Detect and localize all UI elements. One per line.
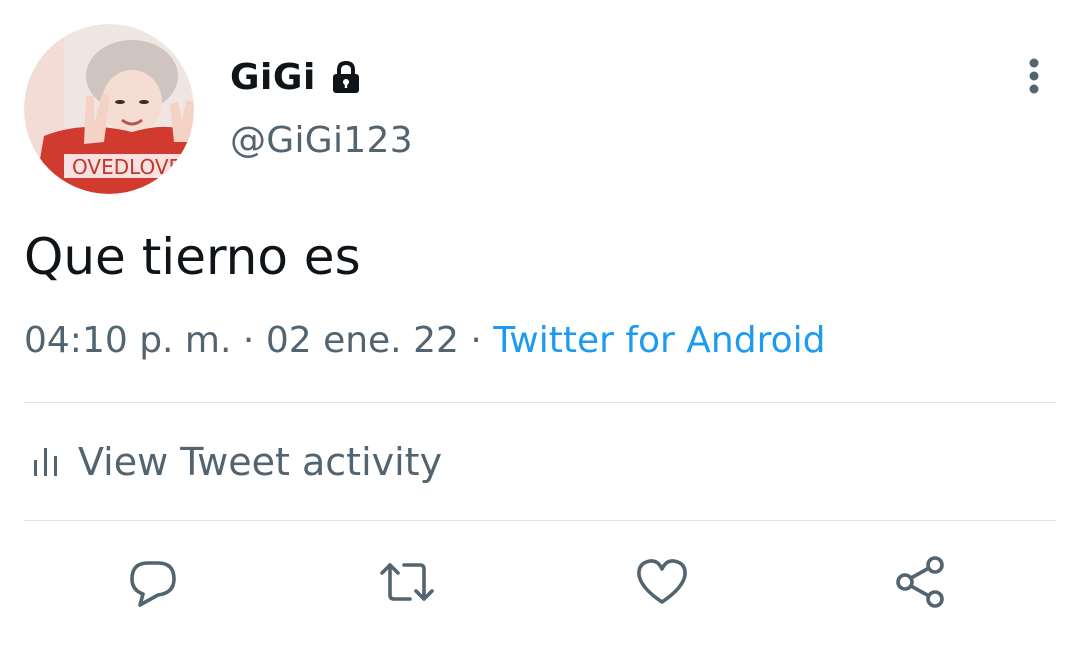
vertical-ellipsis-icon[interactable] [1016, 56, 1052, 96]
like-button[interactable] [635, 555, 689, 609]
meta-separator: · [470, 320, 482, 361]
view-tweet-activity-button[interactable]: View Tweet activity [32, 436, 442, 488]
lock-icon [328, 59, 364, 95]
tweet-source-link[interactable]: Twitter for Android [493, 320, 825, 361]
bar-chart-icon [32, 446, 60, 478]
divider [24, 520, 1056, 521]
tweet-time[interactable]: 04:10 p. m. [24, 320, 231, 361]
meta-separator: · [242, 320, 255, 361]
handle[interactable]: @GiGi123 [230, 120, 413, 161]
divider [24, 402, 1056, 403]
retweet-arrows-icon [380, 563, 434, 601]
retweet-button[interactable] [380, 555, 434, 609]
speech-bubble-icon [130, 561, 176, 607]
tweet-text: Que tierno es [24, 228, 361, 286]
heart-icon [637, 559, 687, 604]
tweet-meta: 04:10 p. m. · 02 ene. 22 · Twitter for A… [24, 320, 825, 361]
display-name[interactable]: GiGi [230, 57, 316, 98]
avatar[interactable]: OVEDLOVE [24, 24, 194, 194]
share-icon [896, 556, 944, 608]
view-tweet-activity-label: View Tweet activity [78, 440, 443, 484]
share-button[interactable] [893, 555, 947, 609]
author-name-row: GiGi [230, 52, 364, 102]
avatar-shirt-text: OVEDLOVE [72, 155, 181, 179]
reply-button[interactable] [126, 555, 180, 609]
tweet-date[interactable]: 02 ene. 22 [266, 320, 459, 361]
